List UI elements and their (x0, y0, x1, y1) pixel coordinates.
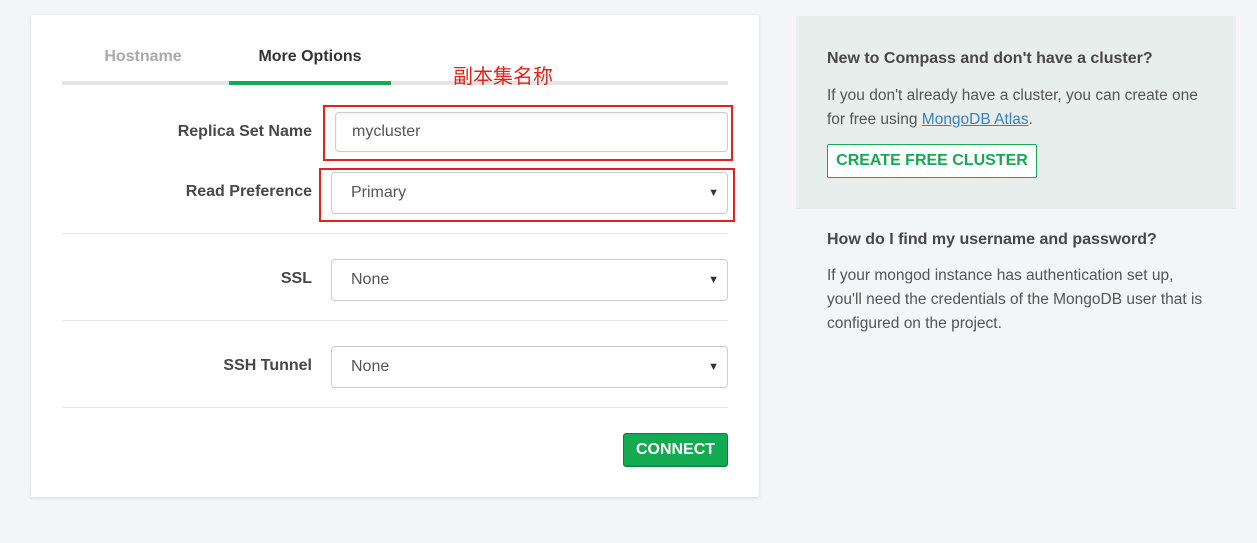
replica-set-highlight-box (323, 105, 733, 161)
ssl-select[interactable]: None ▼ (331, 259, 728, 301)
divider (62, 320, 728, 321)
caret-down-icon: ▼ (708, 361, 719, 373)
cluster-help-text: If you don't already have a cluster, you… (827, 84, 1207, 132)
ssh-tunnel-label: SSH Tunnel (223, 357, 312, 374)
divider (62, 407, 728, 408)
ssh-tunnel-value: None (351, 358, 390, 375)
ssl-label: SSL (280, 270, 312, 287)
atlas-help-panel: New to Compass and don't have a cluster?… (796, 16, 1236, 209)
ssl-value: None (351, 271, 390, 288)
caret-down-icon: ▼ (708, 274, 719, 286)
cluster-help-title: New to Compass and don't have a cluster? (827, 50, 1153, 67)
mongodb-atlas-link[interactable]: MongoDB Atlas (922, 111, 1029, 128)
divider (62, 233, 728, 234)
replica-set-name-label: Replica Set Name (177, 123, 312, 140)
tab-more-options[interactable]: More Options (229, 45, 391, 85)
connection-form-card: Hostname More Options 副本集名称 Replica Set … (31, 15, 759, 497)
read-preference-label: Read Preference (185, 183, 312, 200)
connection-tabs: Hostname More Options (62, 45, 728, 85)
credentials-help-title: How do I find my username and password? (827, 231, 1157, 248)
create-free-cluster-button[interactable]: CREATE FREE CLUSTER (827, 144, 1037, 178)
cluster-help-text-after: . (1028, 111, 1033, 128)
tab-hostname[interactable]: Hostname (62, 45, 224, 81)
connect-button[interactable]: CONNECT (623, 433, 728, 467)
read-preference-highlight-box (319, 168, 735, 222)
credentials-help-section: How do I find my username and password? … (796, 209, 1236, 349)
credentials-help-text: If your mongod instance has authenticati… (827, 267, 1203, 332)
replica-set-annotation: 副本集名称 (453, 64, 553, 88)
ssh-tunnel-select[interactable]: None ▼ (331, 346, 728, 388)
